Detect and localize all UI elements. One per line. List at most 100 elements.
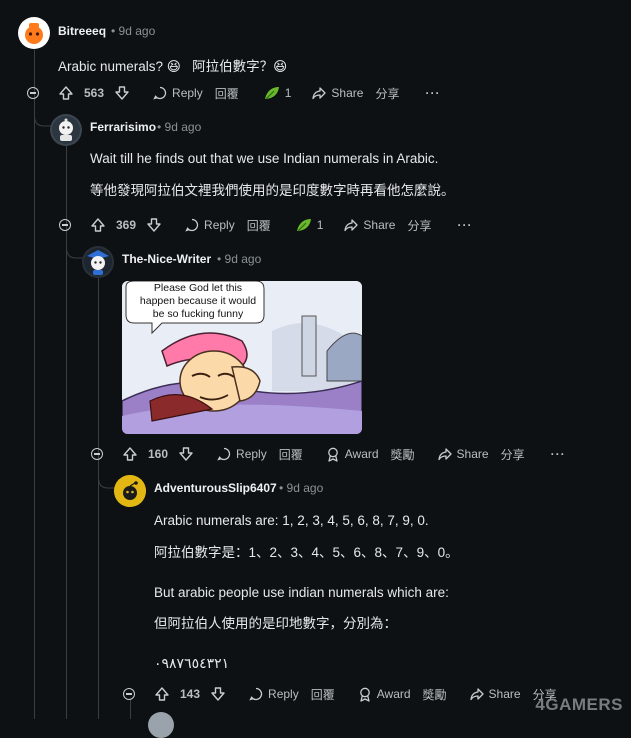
comment-bubble-icon — [248, 686, 264, 702]
upvote-icon[interactable] — [122, 446, 138, 462]
avatar[interactable] — [18, 17, 50, 49]
comment-time: • 9d ago — [157, 120, 202, 134]
comment-body-line: 但阿拉伯人使用的是印地數字，分別為： — [154, 616, 397, 631]
award-label: Award — [376, 687, 411, 701]
comment-actions: 369 Reply 回覆 1 Share 分享 ··· — [90, 214, 472, 236]
share-label: Share — [363, 218, 396, 232]
reply-button[interactable]: Reply 回覆 — [184, 217, 271, 234]
comment-author[interactable]: The-Nice-Writer — [122, 252, 211, 266]
award-button[interactable]: 1 — [263, 85, 292, 101]
share-label: Share — [488, 687, 521, 701]
collapse-thread-button[interactable] — [91, 448, 103, 460]
snoo-default-icon — [114, 475, 146, 507]
snoo-blue-icon — [84, 248, 112, 276]
downvote-icon[interactable] — [178, 446, 194, 462]
comment-time: • 9d ago — [279, 481, 324, 495]
share-label-zh: 分享 — [375, 86, 400, 101]
downvote-icon[interactable] — [146, 217, 162, 233]
share-label-zh: 分享 — [500, 447, 525, 462]
share-label-zh: 分享 — [407, 218, 432, 233]
share-label: Share — [331, 86, 364, 100]
comment-actions: 160 Reply 回覆 Award 獎勵 Share 分享 ··· — [122, 443, 566, 465]
reply-label-zh: 回覆 — [278, 447, 303, 462]
collapse-thread-button[interactable] — [59, 219, 71, 231]
comment-body: Arabic numerals? 😆 阿拉伯數字？😆 — [58, 59, 288, 74]
share-arrow-icon — [469, 686, 485, 702]
comment-bubble-icon — [216, 446, 232, 462]
reply-label-zh: 回覆 — [310, 687, 335, 702]
meme-caption-line: happen because it would — [139, 295, 257, 307]
more-options-button[interactable]: ··· — [425, 86, 440, 100]
share-label: Share — [456, 447, 489, 461]
award-count: 1 — [316, 218, 324, 232]
reply-button[interactable]: Reply 回覆 — [248, 686, 335, 703]
award-count: 1 — [284, 86, 292, 100]
collapse-thread-button[interactable] — [27, 87, 39, 99]
award-label-zh: 獎勵 — [422, 687, 447, 702]
comment-actions: 563 Reply 回覆 1 Share 分享 ··· — [58, 82, 440, 104]
reply-label: Reply — [268, 687, 299, 701]
avatar[interactable] — [148, 712, 174, 738]
comment-bubble-icon — [184, 217, 200, 233]
downvote-icon[interactable] — [210, 686, 226, 702]
thread-line — [34, 50, 35, 719]
downvote-icon[interactable] — [114, 85, 130, 101]
comment-author[interactable]: AdventurousSlip6407 — [154, 481, 277, 495]
award-button[interactable]: Award 獎勵 — [357, 686, 447, 703]
reply-label-zh: 回覆 — [214, 86, 239, 101]
vote-count: 563 — [84, 86, 105, 100]
meme-caption-line: be so fucking funny — [152, 308, 244, 320]
upvote-icon[interactable] — [154, 686, 170, 702]
award-button[interactable]: Award 獎勵 — [325, 446, 415, 463]
share-arrow-icon — [437, 446, 453, 462]
comment-body-line: Wait till he finds out that we use India… — [90, 151, 439, 166]
meme-caption-line: Please God let this — [153, 282, 243, 294]
vote-group: 160 — [122, 446, 194, 462]
reply-button[interactable]: Reply 回覆 — [152, 85, 239, 102]
reply-label: Reply — [236, 447, 267, 461]
comment-body-line: ٠٩٨٧٦٥٤٣٢١ — [154, 655, 230, 671]
comment-actions: 143 Reply 回覆 Award 獎勵 Share 分享 — [154, 683, 557, 705]
comment-time: • 9d ago — [111, 24, 156, 38]
avatar[interactable] — [114, 475, 146, 507]
vote-count: 369 — [116, 218, 137, 232]
meme-image[interactable]: Please God let this happen because it wo… — [122, 281, 362, 434]
comment-time: • 9d ago — [217, 252, 262, 266]
more-options-button[interactable]: ··· — [551, 447, 566, 461]
comment-bubble-icon — [152, 85, 168, 101]
award-medal-icon — [325, 446, 341, 462]
collapse-thread-button[interactable] — [123, 688, 135, 700]
reply-label-zh: 回覆 — [246, 218, 271, 233]
avatar[interactable] — [82, 246, 114, 278]
reply-button[interactable]: Reply 回覆 — [216, 446, 303, 463]
upvote-icon[interactable] — [90, 217, 106, 233]
comment-body-line: Arabic numerals are: 1, 2, 3, 4, 5, 6, 8… — [154, 513, 429, 528]
upvote-icon[interactable] — [58, 85, 74, 101]
share-button[interactable]: Share 分享 — [437, 446, 525, 463]
comment-author[interactable]: Ferrarisimo — [90, 120, 156, 134]
more-options-button[interactable]: ··· — [457, 218, 472, 232]
snoo-orange-icon — [25, 23, 43, 44]
award-button[interactable]: 1 — [295, 217, 324, 233]
vote-group: 369 — [90, 217, 162, 233]
comment-body-line: 等他發現阿拉伯文裡我們使用的是印度數字時再看他怎麼說。 — [90, 183, 455, 198]
share-button[interactable]: Share 分享 — [343, 217, 431, 234]
thread-line — [98, 278, 99, 719]
watermark-logo: 4GAMERS — [535, 695, 623, 714]
vote-count: 160 — [148, 447, 169, 461]
vote-group: 563 — [58, 85, 130, 101]
award-label: Award — [344, 447, 379, 461]
vote-group: 143 — [154, 686, 226, 702]
share-arrow-icon — [343, 217, 359, 233]
comment-body-line: 阿拉伯數字是：1、2、3、4、5、6、8、7、9、0。 — [154, 545, 459, 560]
vote-count: 143 — [180, 687, 201, 701]
reply-label: Reply — [204, 218, 235, 232]
reply-label: Reply — [172, 86, 203, 100]
comment-author[interactable]: Bitreeeq — [58, 24, 106, 38]
award-medal-icon — [357, 686, 373, 702]
share-button[interactable]: Share 分享 — [311, 85, 399, 102]
comment-body-line: But arabic people use indian numerals wh… — [154, 585, 449, 600]
leaf-award-icon — [263, 85, 281, 101]
avatar[interactable] — [50, 114, 82, 146]
snoo-white-icon — [52, 116, 80, 144]
